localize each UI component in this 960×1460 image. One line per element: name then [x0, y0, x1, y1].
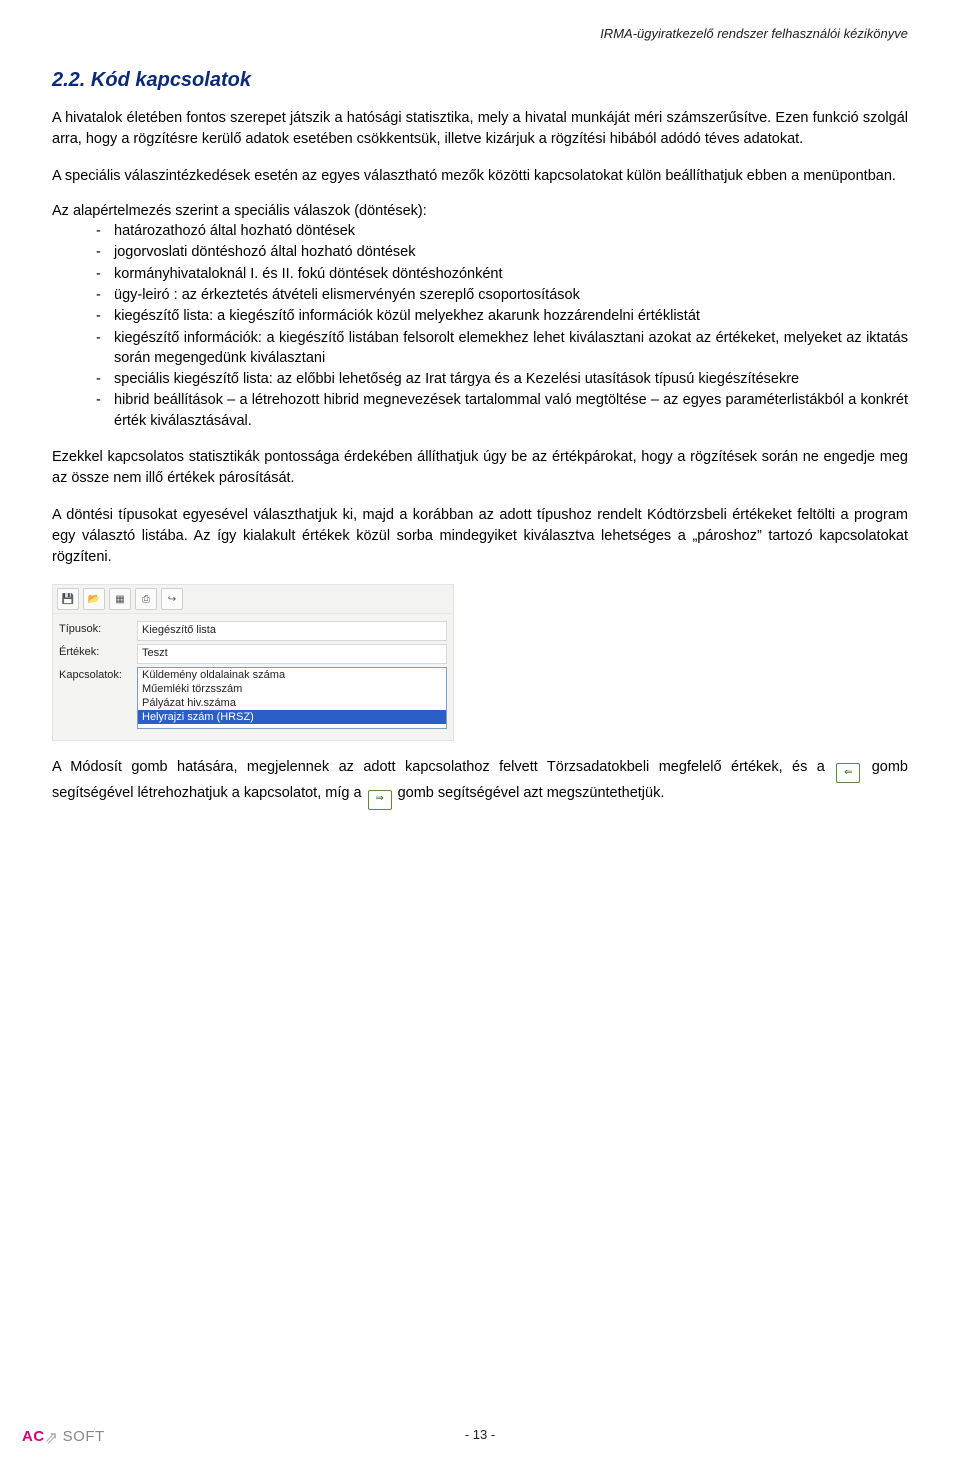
running-header: IRMA-ügyiratkezelő rendszer felhasználói…: [52, 26, 908, 41]
open-icon[interactable]: 📂: [83, 588, 105, 610]
list-item: kormányhivataloknál I. és II. fokú dönté…: [96, 264, 908, 284]
list-item: speciális kiegészítő lista: az előbbi le…: [96, 369, 908, 389]
list-item: ügy-leiró : az érkeztetés átvételi elism…: [96, 285, 908, 305]
logo-ac-text: AC: [22, 1428, 45, 1445]
list-intro: Az alapértelmezés szerint a speciális vá…: [52, 203, 908, 219]
page-footer: AC⇗SOFT - 13 -: [52, 1427, 908, 1442]
field-ertekek[interactable]: Teszt: [137, 644, 447, 664]
list-item: jogorvoslati döntéshozó által hozható dö…: [96, 242, 908, 262]
label-kapcsolatok: Kapcsolatok:: [59, 667, 137, 681]
page-number: - 13 -: [52, 1427, 908, 1442]
listbox-item[interactable]: Pályázat hiv.száma: [138, 696, 446, 710]
listbox-item[interactable]: Küldemény oldalainak száma: [138, 668, 446, 682]
paragraph-4: A döntési típusokat egyesével választhat…: [52, 505, 908, 568]
exit-icon[interactable]: ↪: [161, 588, 183, 610]
remove-link-button[interactable]: ⇒: [368, 790, 392, 810]
paragraph-1: A hivatalok életében fontos szerepet ját…: [52, 108, 908, 150]
add-link-button[interactable]: ⇐: [836, 763, 860, 783]
logo-swoosh-icon: ⇗: [45, 1427, 63, 1449]
footer-logo: AC⇗SOFT: [22, 1426, 105, 1446]
list-item: határozathozó által hozható döntések: [96, 221, 908, 241]
label-tipusok: Típusok:: [59, 621, 137, 635]
list-item: hibrid beállítások – a létrehozott hibri…: [96, 390, 908, 431]
listbox-item[interactable]: Műemléki törzsszám: [138, 682, 446, 696]
section-title: 2.2. Kód kapcsolatok: [52, 69, 908, 92]
logo-soft-text: SOFT: [63, 1428, 105, 1445]
ui-panel: 💾 📂 ▦ ⎙ ↪ Típusok: Kiegészítő lista Érté…: [52, 584, 454, 741]
label-ertekek: Értékek:: [59, 644, 137, 658]
paragraph-2: A speciális válaszintézkedések esetén az…: [52, 166, 908, 187]
paragraph-5a: A Módosít gomb hatására, megjelennek az …: [52, 759, 834, 775]
listbox-item-selected[interactable]: Helyrajzi szám (HRSZ): [138, 710, 446, 724]
grid-icon[interactable]: ▦: [109, 588, 131, 610]
paragraph-5: A Módosít gomb hatására, megjelennek az …: [52, 757, 908, 810]
listbox-kapcsolatok[interactable]: Küldemény oldalainak száma Műemléki törz…: [137, 667, 447, 729]
decisions-list: határozathozó által hozható döntések jog…: [52, 221, 908, 431]
print-icon[interactable]: ⎙: [135, 588, 157, 610]
paragraph-3: Ezekkel kapcsolatos statisztikák pontoss…: [52, 447, 908, 489]
list-item: kiegészítő információk: a kiegészítő lis…: [96, 328, 908, 369]
paragraph-5c: gomb segítségével azt megszüntethetjük.: [398, 785, 665, 801]
save-icon[interactable]: 💾: [57, 588, 79, 610]
ui-toolbar: 💾 📂 ▦ ⎙ ↪: [53, 585, 453, 614]
list-item: kiegészítő lista: a kiegészítő informáci…: [96, 306, 908, 326]
field-tipusok[interactable]: Kiegészítő lista: [137, 621, 447, 641]
